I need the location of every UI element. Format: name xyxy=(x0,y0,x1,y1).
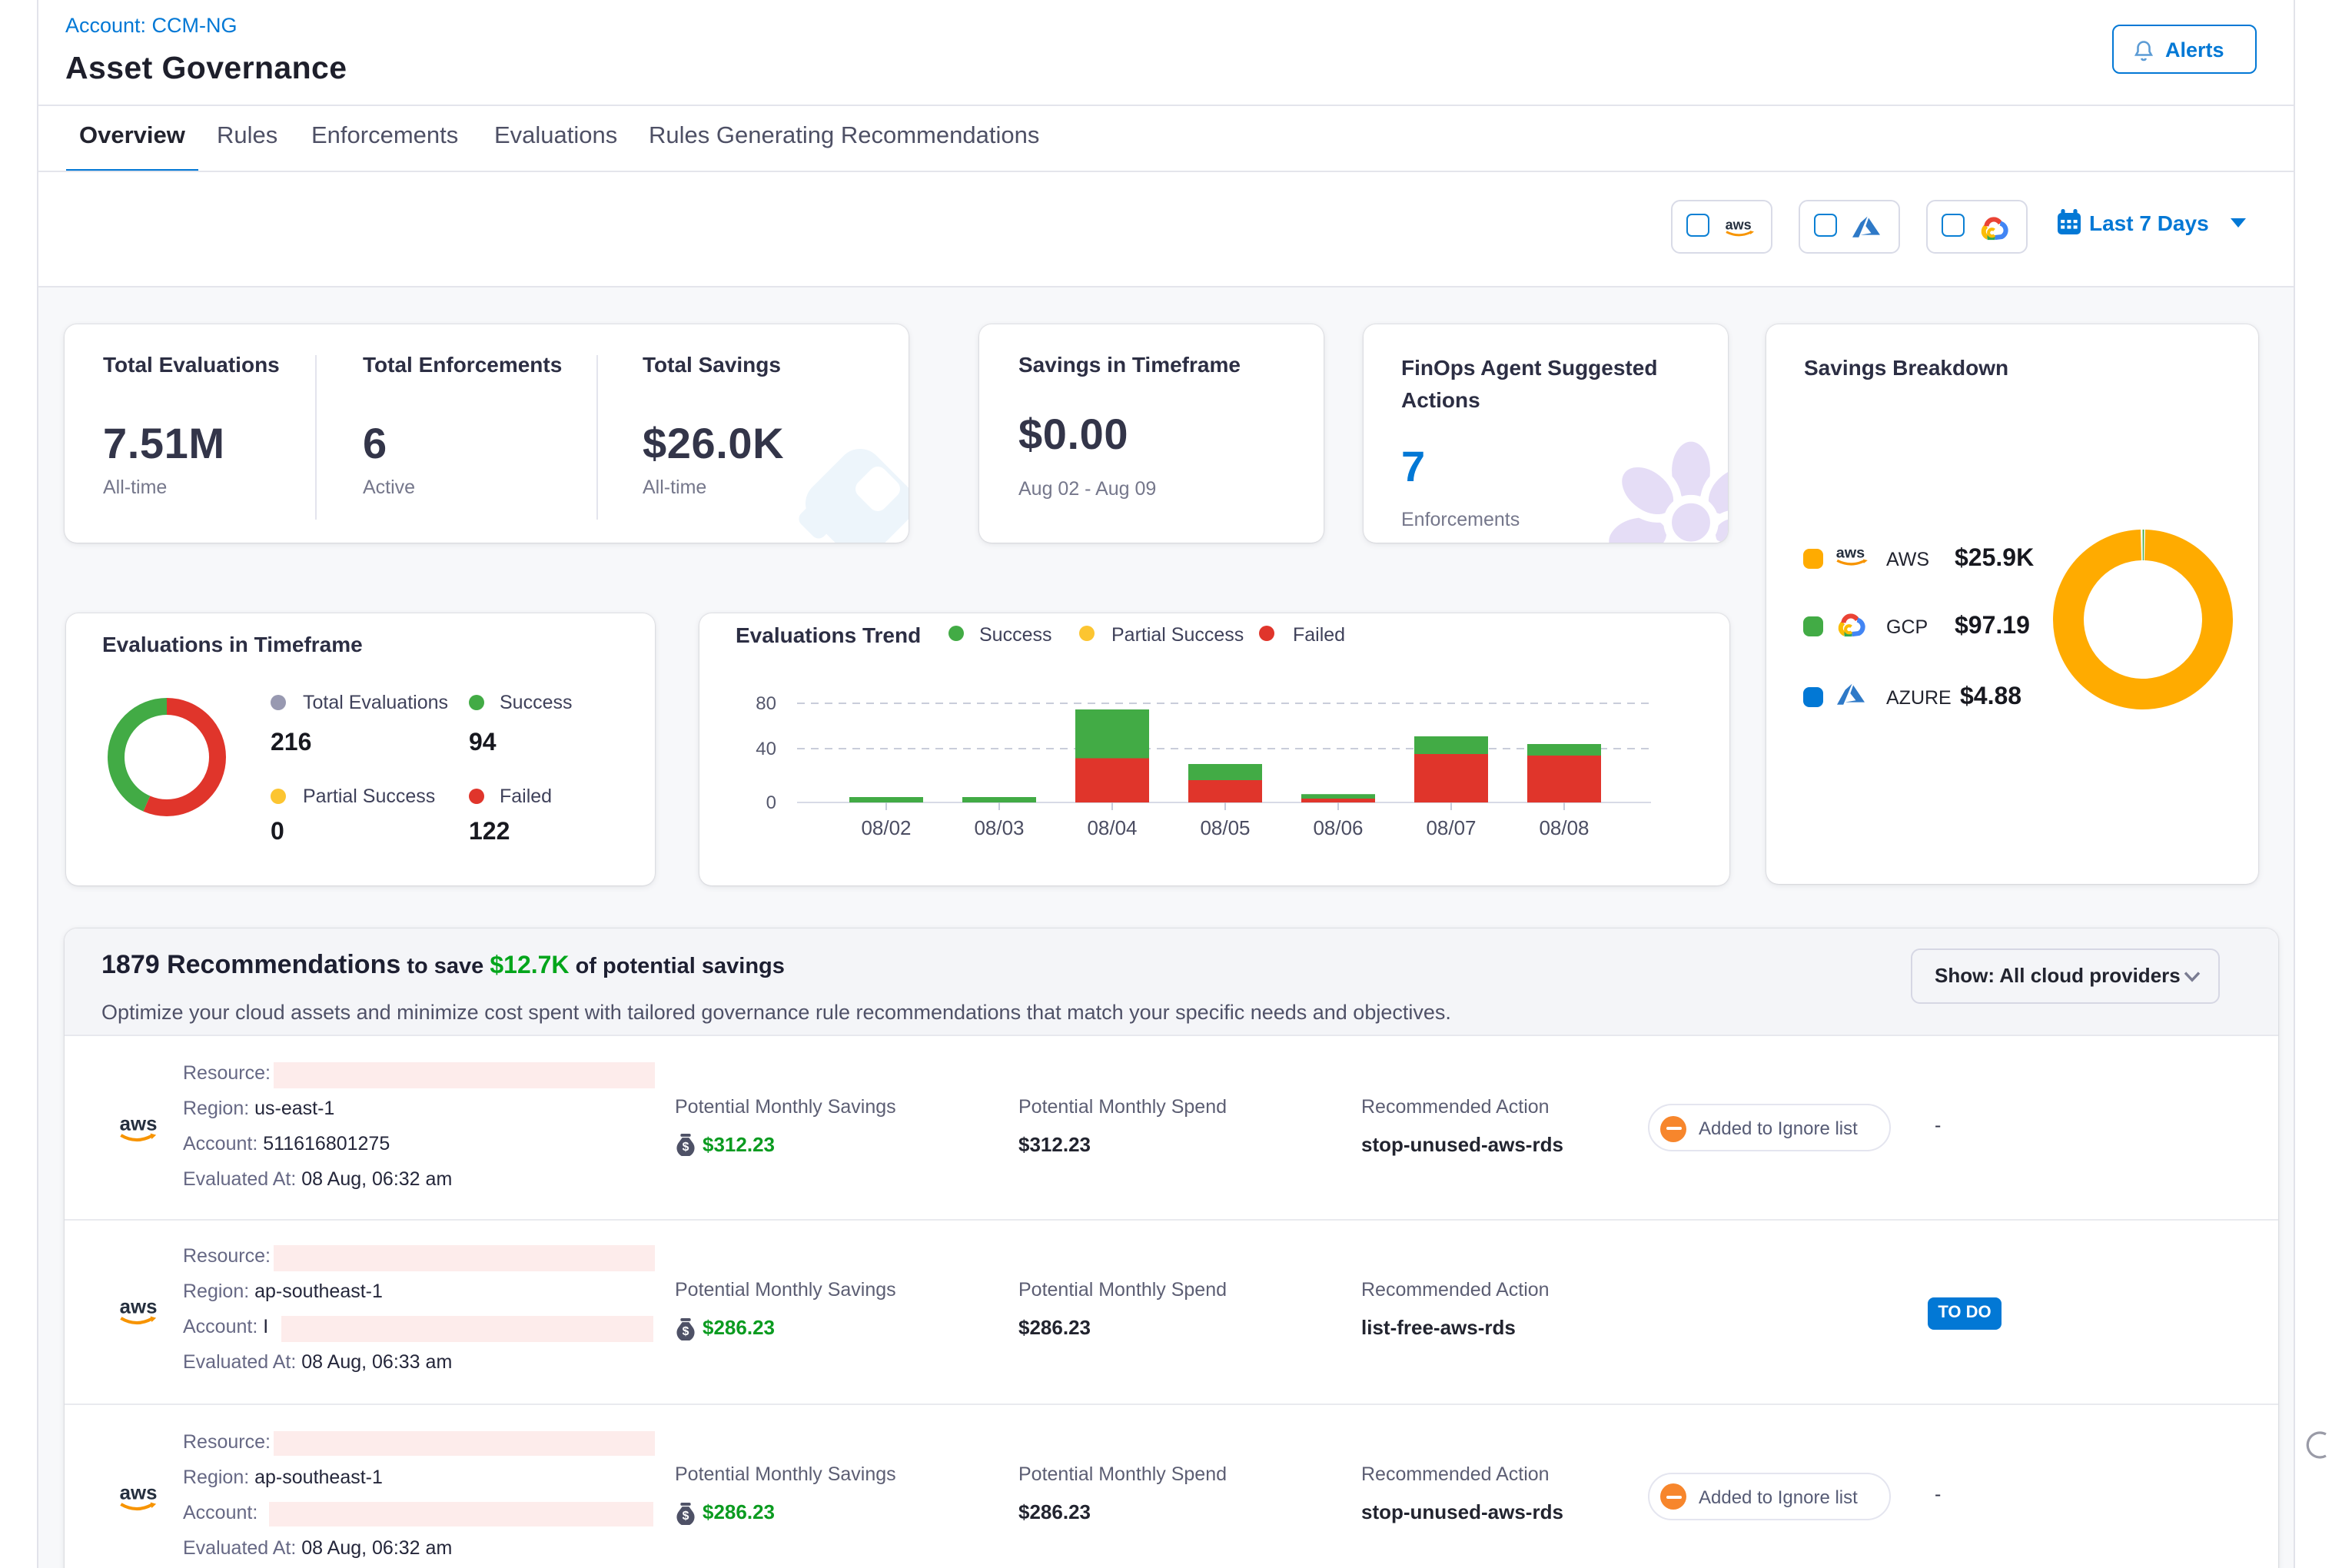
svg-text:aws: aws xyxy=(1836,544,1865,561)
svg-text:aws: aws xyxy=(119,1481,156,1503)
svg-text:aws: aws xyxy=(119,1296,156,1317)
svg-text:08/04: 08/04 xyxy=(1087,816,1137,839)
svg-text:aws: aws xyxy=(1726,217,1752,232)
svg-text:aws: aws xyxy=(119,1113,156,1134)
svg-text:08/07: 08/07 xyxy=(1426,816,1476,839)
svg-text:$: $ xyxy=(683,1324,689,1337)
svg-text:08/08: 08/08 xyxy=(1539,816,1589,839)
svg-text:08/05: 08/05 xyxy=(1200,816,1250,839)
svg-text:0: 0 xyxy=(766,792,776,812)
svg-text:08/03: 08/03 xyxy=(974,816,1024,839)
svg-text:08/06: 08/06 xyxy=(1313,816,1363,839)
svg-text:$: $ xyxy=(683,1141,689,1154)
svg-text:40: 40 xyxy=(756,738,776,759)
svg-text:80: 80 xyxy=(756,693,776,713)
svg-text:08/02: 08/02 xyxy=(861,816,911,839)
svg-text:$: $ xyxy=(683,1509,689,1522)
